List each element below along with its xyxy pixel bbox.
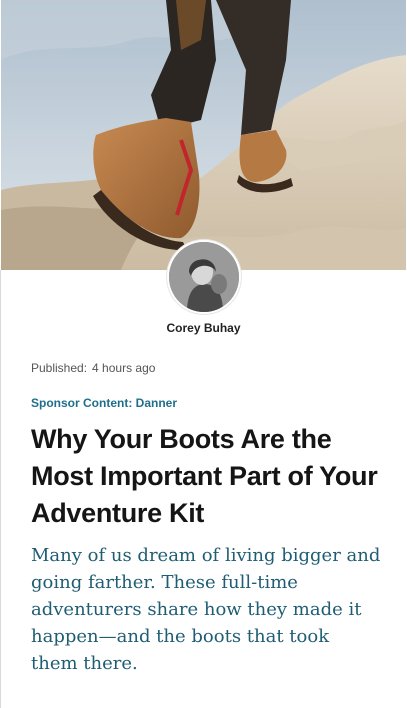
sponsor-link[interactable]: Sponsor Content: Danner	[31, 396, 177, 410]
hiking-boots-photo-icon	[1, 0, 406, 270]
article-dek: Many of us dream of living bigger and go…	[31, 545, 381, 674]
published-label: Published:	[31, 361, 88, 375]
author-avatar-frame[interactable]	[167, 240, 241, 314]
article-page: Corey Buhay Published: 4 hours ago Sponso…	[0, 0, 407, 708]
hero-image	[1, 0, 406, 270]
published-time: 4 hours ago	[92, 361, 156, 375]
author-name[interactable]: Corey Buhay	[0, 321, 407, 335]
article-headline: Why Your Boots Are the Most Important Pa…	[31, 424, 378, 528]
published-meta: Published: 4 hours ago	[31, 361, 155, 375]
author-avatar-icon	[169, 242, 239, 312]
page-left-border	[0, 270, 1, 708]
